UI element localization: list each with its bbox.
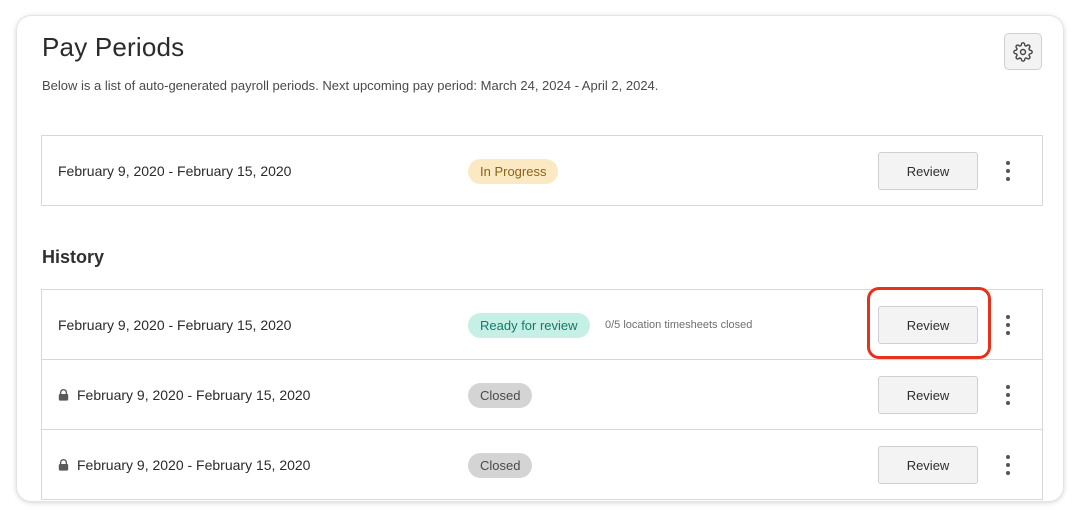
- pay-periods-card: Pay Periods Below is a list of auto-gene…: [17, 16, 1063, 501]
- review-button[interactable]: Review: [878, 152, 978, 190]
- more-options-icon[interactable]: [1000, 382, 1016, 408]
- pay-period-date: February 9, 2020 - February 15, 2020: [58, 316, 292, 333]
- timesheets-note: 0/5 location timesheets closed: [605, 319, 753, 331]
- pay-period-date: February 9, 2020 - February 15, 2020: [58, 430, 310, 499]
- history-row: February 9, 2020 - February 15, 2020 Rea…: [41, 289, 1043, 360]
- lock-icon: [58, 458, 69, 471]
- lock-icon: [58, 388, 69, 401]
- status-badge: Closed: [468, 453, 533, 478]
- more-options-icon[interactable]: [1000, 158, 1016, 184]
- page-title: Pay Periods: [42, 32, 185, 62]
- status-badge: In Progress: [468, 159, 559, 184]
- history-title: History: [42, 247, 105, 267]
- review-button[interactable]: Review: [878, 446, 978, 484]
- page-subtitle: Below is a list of auto-generated payrol…: [42, 78, 659, 93]
- status-badge: Closed: [468, 383, 533, 408]
- more-options-icon[interactable]: [1000, 312, 1016, 338]
- current-pay-period-row: February 9, 2020 - February 15, 2020 In …: [41, 135, 1043, 206]
- pay-period-date: February 9, 2020 - February 15, 2020: [58, 360, 310, 429]
- status-badge: Ready for review: [468, 313, 590, 338]
- review-button[interactable]: Review: [878, 376, 978, 414]
- pay-period-date-text: February 9, 2020 - February 15, 2020: [77, 456, 311, 473]
- pay-period-date: February 9, 2020 - February 15, 2020: [58, 162, 292, 179]
- settings-button[interactable]: [1004, 33, 1042, 70]
- more-options-icon[interactable]: [1000, 452, 1016, 478]
- pay-period-date-text: February 9, 2020 - February 15, 2020: [77, 386, 311, 403]
- gear-icon: [1013, 41, 1033, 62]
- history-row: February 9, 2020 - February 15, 2020 Clo…: [41, 429, 1043, 500]
- history-row: February 9, 2020 - February 15, 2020 Clo…: [41, 359, 1043, 430]
- review-button[interactable]: Review: [878, 306, 978, 344]
